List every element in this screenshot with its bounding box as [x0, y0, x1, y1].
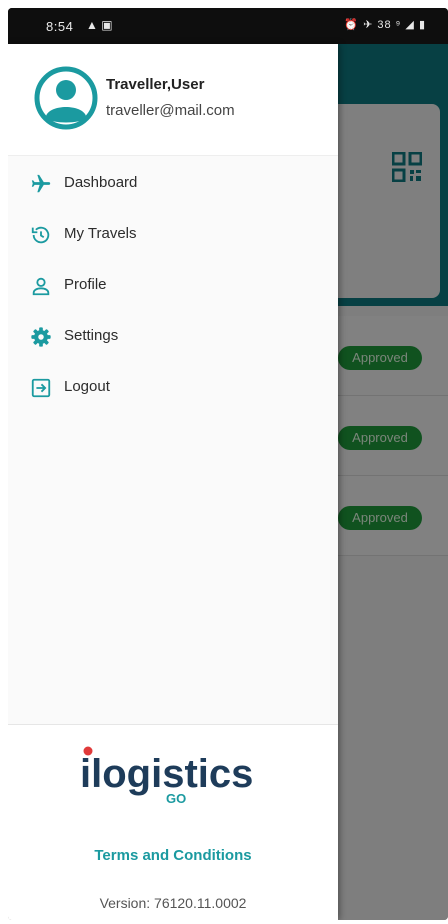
navigation-drawer: Traveller,User traveller@mail.com Dashbo…	[8, 44, 338, 920]
gear-icon	[31, 327, 51, 347]
drawer-footer: ilogistics GO Terms and Conditions Versi…	[8, 724, 338, 920]
menu-item-settings[interactable]: Settings	[8, 313, 338, 359]
status-time: 8:54	[46, 19, 74, 34]
svg-text:GO: GO	[166, 791, 186, 806]
person-icon	[32, 277, 50, 296]
menu-item-label: My Travels	[64, 225, 137, 242]
menu-item-label: Settings	[64, 327, 119, 344]
phone-screen: 8:54 ▲ ▣ ⏰ ✈ 38 ⁹ ◢ ▮ Approved Approved …	[8, 8, 448, 920]
drawer-user-header: Traveller,User traveller@mail.com	[8, 44, 338, 156]
ilogistics-logo: ilogistics GO	[80, 746, 253, 806]
menu-item-label: Dashboard	[64, 174, 138, 191]
menu-item-profile[interactable]: Profile	[8, 262, 338, 308]
version-label: Version: 76120.11.0002	[99, 895, 247, 911]
menu-item-logout[interactable]: Logout	[8, 364, 338, 410]
menu-item-my-travels[interactable]: My Travels	[8, 211, 338, 257]
terms-and-conditions-link[interactable]: Terms and Conditions	[8, 847, 338, 864]
user-email: traveller@mail.com	[106, 102, 235, 119]
logout-icon	[31, 378, 51, 398]
svg-text:ilogistics: ilogistics	[80, 752, 253, 796]
history-icon	[31, 226, 50, 244]
airplane-icon	[31, 174, 51, 193]
system-icons: ⏰ ✈ 38 ⁹ ◢ ▮	[344, 19, 426, 31]
status-bar: 8:54 ▲ ▣ ⏰ ✈ 38 ⁹ ◢ ▮	[8, 8, 448, 44]
avatar	[34, 66, 98, 130]
menu-item-dashboard[interactable]: Dashboard	[8, 160, 338, 206]
user-name: Traveller,User	[106, 76, 205, 93]
menu-item-label: Logout	[64, 378, 110, 395]
notification-icons: ▲ ▣	[86, 18, 113, 32]
menu-item-label: Profile	[64, 276, 107, 293]
